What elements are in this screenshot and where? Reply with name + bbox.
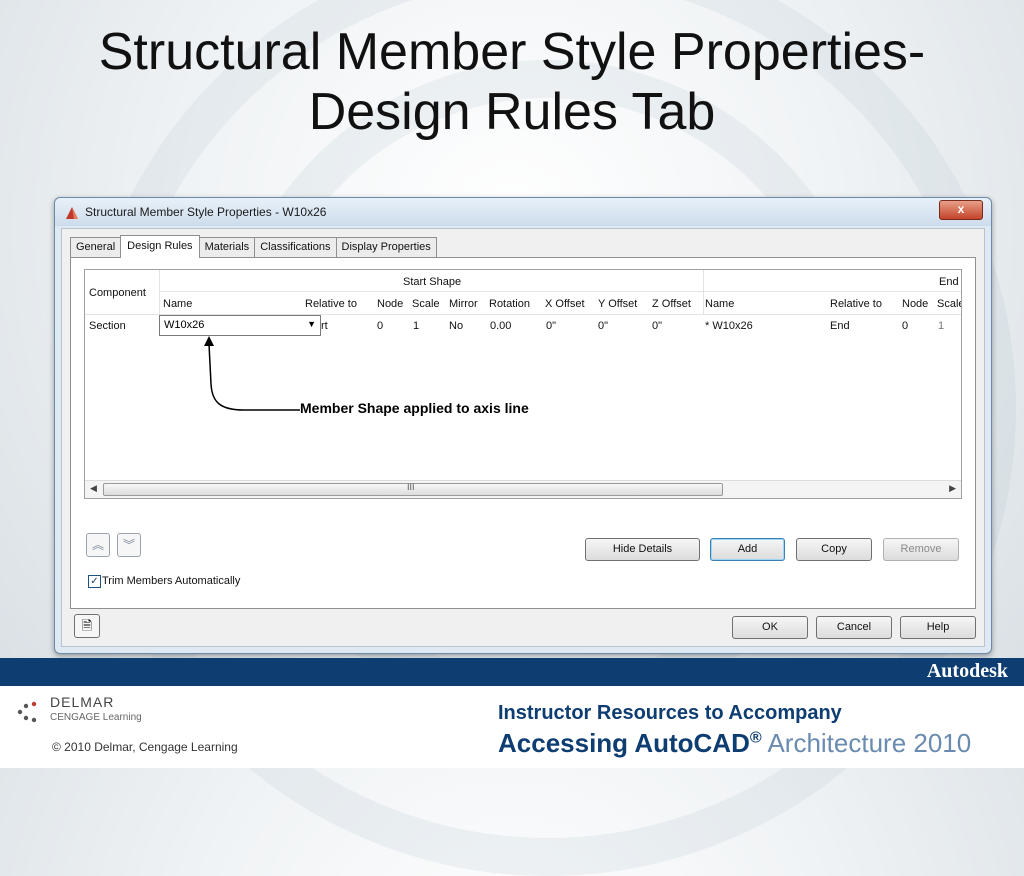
move-down-button[interactable]: ︾: [117, 533, 141, 557]
column-header-component: Component: [89, 287, 146, 299]
slide-title-line: Design Rules Tab: [308, 83, 716, 141]
trim-members-label[interactable]: Trim Members Automatically: [102, 575, 240, 587]
column-header[interactable]: Rotation: [489, 298, 530, 310]
column-header[interactable]: X Offset: [545, 298, 585, 310]
cell-start-mirror[interactable]: No: [449, 320, 463, 332]
app-icon: [66, 207, 78, 219]
trim-members-checkbox[interactable]: ✓: [88, 575, 101, 588]
move-up-button[interactable]: ︽: [86, 533, 110, 557]
registered-mark: ®: [749, 729, 762, 747]
column-header[interactable]: Y Offset: [598, 298, 637, 310]
column-header[interactable]: Name: [705, 298, 734, 310]
add-button[interactable]: Add: [710, 538, 785, 561]
cell-start-rotation[interactable]: 0.00: [490, 320, 511, 332]
cell-end-scale[interactable]: 1: [938, 320, 944, 332]
callout-label: Member Shape applied to axis line: [300, 400, 529, 416]
style-browser-button[interactable]: 🗎: [74, 614, 100, 638]
dropdown-arrow-icon: ▼: [307, 319, 316, 329]
title-bar[interactable]: Structural Member Style Properties - W10…: [55, 198, 991, 226]
autodesk-logo: Autodesk: [926, 660, 1008, 682]
horizontal-scrollbar[interactable]: ◀ III ▶: [85, 480, 961, 498]
cell-end-relative[interactable]: End: [830, 320, 850, 332]
grid-divider: [159, 270, 160, 314]
scroll-left-icon[interactable]: ◀: [90, 483, 97, 494]
grid-divider: [703, 270, 704, 314]
cell-start-node[interactable]: 0: [377, 320, 383, 332]
grid-divider: [159, 291, 961, 292]
close-button[interactable]: x: [939, 200, 983, 220]
ok-button[interactable]: OK: [732, 616, 808, 639]
footer-band: [0, 658, 1024, 686]
check-icon: ✓: [90, 576, 99, 587]
double-chevron-down-icon: ︾: [122, 538, 135, 552]
column-header[interactable]: Scale: [412, 298, 440, 310]
column-header[interactable]: Node: [902, 298, 928, 310]
column-header[interactable]: Name: [163, 298, 192, 310]
slide-title: Structural Member Style Properties- Desi…: [0, 22, 1024, 142]
tab-display-properties[interactable]: Display Properties: [335, 237, 437, 257]
tab-classifications[interactable]: Classifications: [254, 237, 337, 257]
delmar-logo-icon: [17, 701, 37, 723]
column-header[interactable]: Node: [377, 298, 403, 310]
cell-start-scale[interactable]: 1: [413, 320, 419, 332]
start-shape-name-value: W10x26: [164, 319, 205, 331]
row-component: Section: [89, 320, 126, 332]
scroll-right-icon[interactable]: ▶: [949, 483, 956, 494]
cell-start-z-offset[interactable]: 0": [652, 320, 662, 332]
remove-button[interactable]: Remove: [883, 538, 959, 561]
footer-line-1: Instructor Resources to Accompany: [498, 702, 842, 724]
column-header[interactable]: Relative to: [305, 298, 357, 310]
book-title-bold: Accessing AutoCAD: [498, 728, 750, 758]
column-header[interactable]: Relative to: [830, 298, 882, 310]
copyright-text: © 2010 Delmar, Cengage Learning: [52, 740, 238, 754]
book-title-light: Architecture 2010: [761, 728, 972, 758]
tab-materials[interactable]: Materials: [198, 237, 256, 257]
publisher-name: DELMAR: [50, 694, 115, 710]
cell-end-name[interactable]: * W10x26: [705, 320, 753, 332]
hide-details-button[interactable]: Hide Details: [585, 538, 700, 561]
publisher-subtitle: CENGAGE Learning: [50, 712, 142, 723]
help-button[interactable]: Help: [900, 616, 976, 639]
callout-arrow: [204, 336, 300, 411]
copy-button[interactable]: Copy: [796, 538, 872, 561]
column-header[interactable]: Z Offset: [652, 298, 691, 310]
cell-start-x-offset[interactable]: 0": [546, 320, 556, 332]
group-header-start-shape: Start Shape: [403, 276, 462, 288]
footer-line-2: Accessing AutoCAD® Architecture 2010: [498, 728, 971, 759]
start-shape-name-dropdown[interactable]: W10x26 ▼: [159, 315, 321, 336]
window-title: Structural Member Style Properties - W10…: [85, 205, 327, 219]
group-header-end: End: [939, 276, 959, 288]
cell-start-relative[interactable]: rt: [321, 320, 328, 332]
tab-strip: General Design Rules Materials Classific…: [70, 235, 437, 258]
tab-general[interactable]: General: [70, 237, 122, 257]
double-chevron-up-icon: ︽: [91, 538, 104, 552]
tab-design-rules[interactable]: Design Rules: [120, 235, 200, 258]
cell-end-node[interactable]: 0: [902, 320, 908, 332]
cell-start-y-offset[interactable]: 0": [598, 320, 608, 332]
column-header[interactable]: Mirror: [449, 298, 478, 310]
scroll-grip: III: [407, 482, 415, 492]
column-header[interactable]: Scale: [937, 298, 961, 310]
slide-title-line: Structural Member Style Properties-: [98, 23, 926, 81]
cancel-button[interactable]: Cancel: [816, 616, 892, 639]
edit-sheet-icon: 🗎: [81, 618, 93, 633]
